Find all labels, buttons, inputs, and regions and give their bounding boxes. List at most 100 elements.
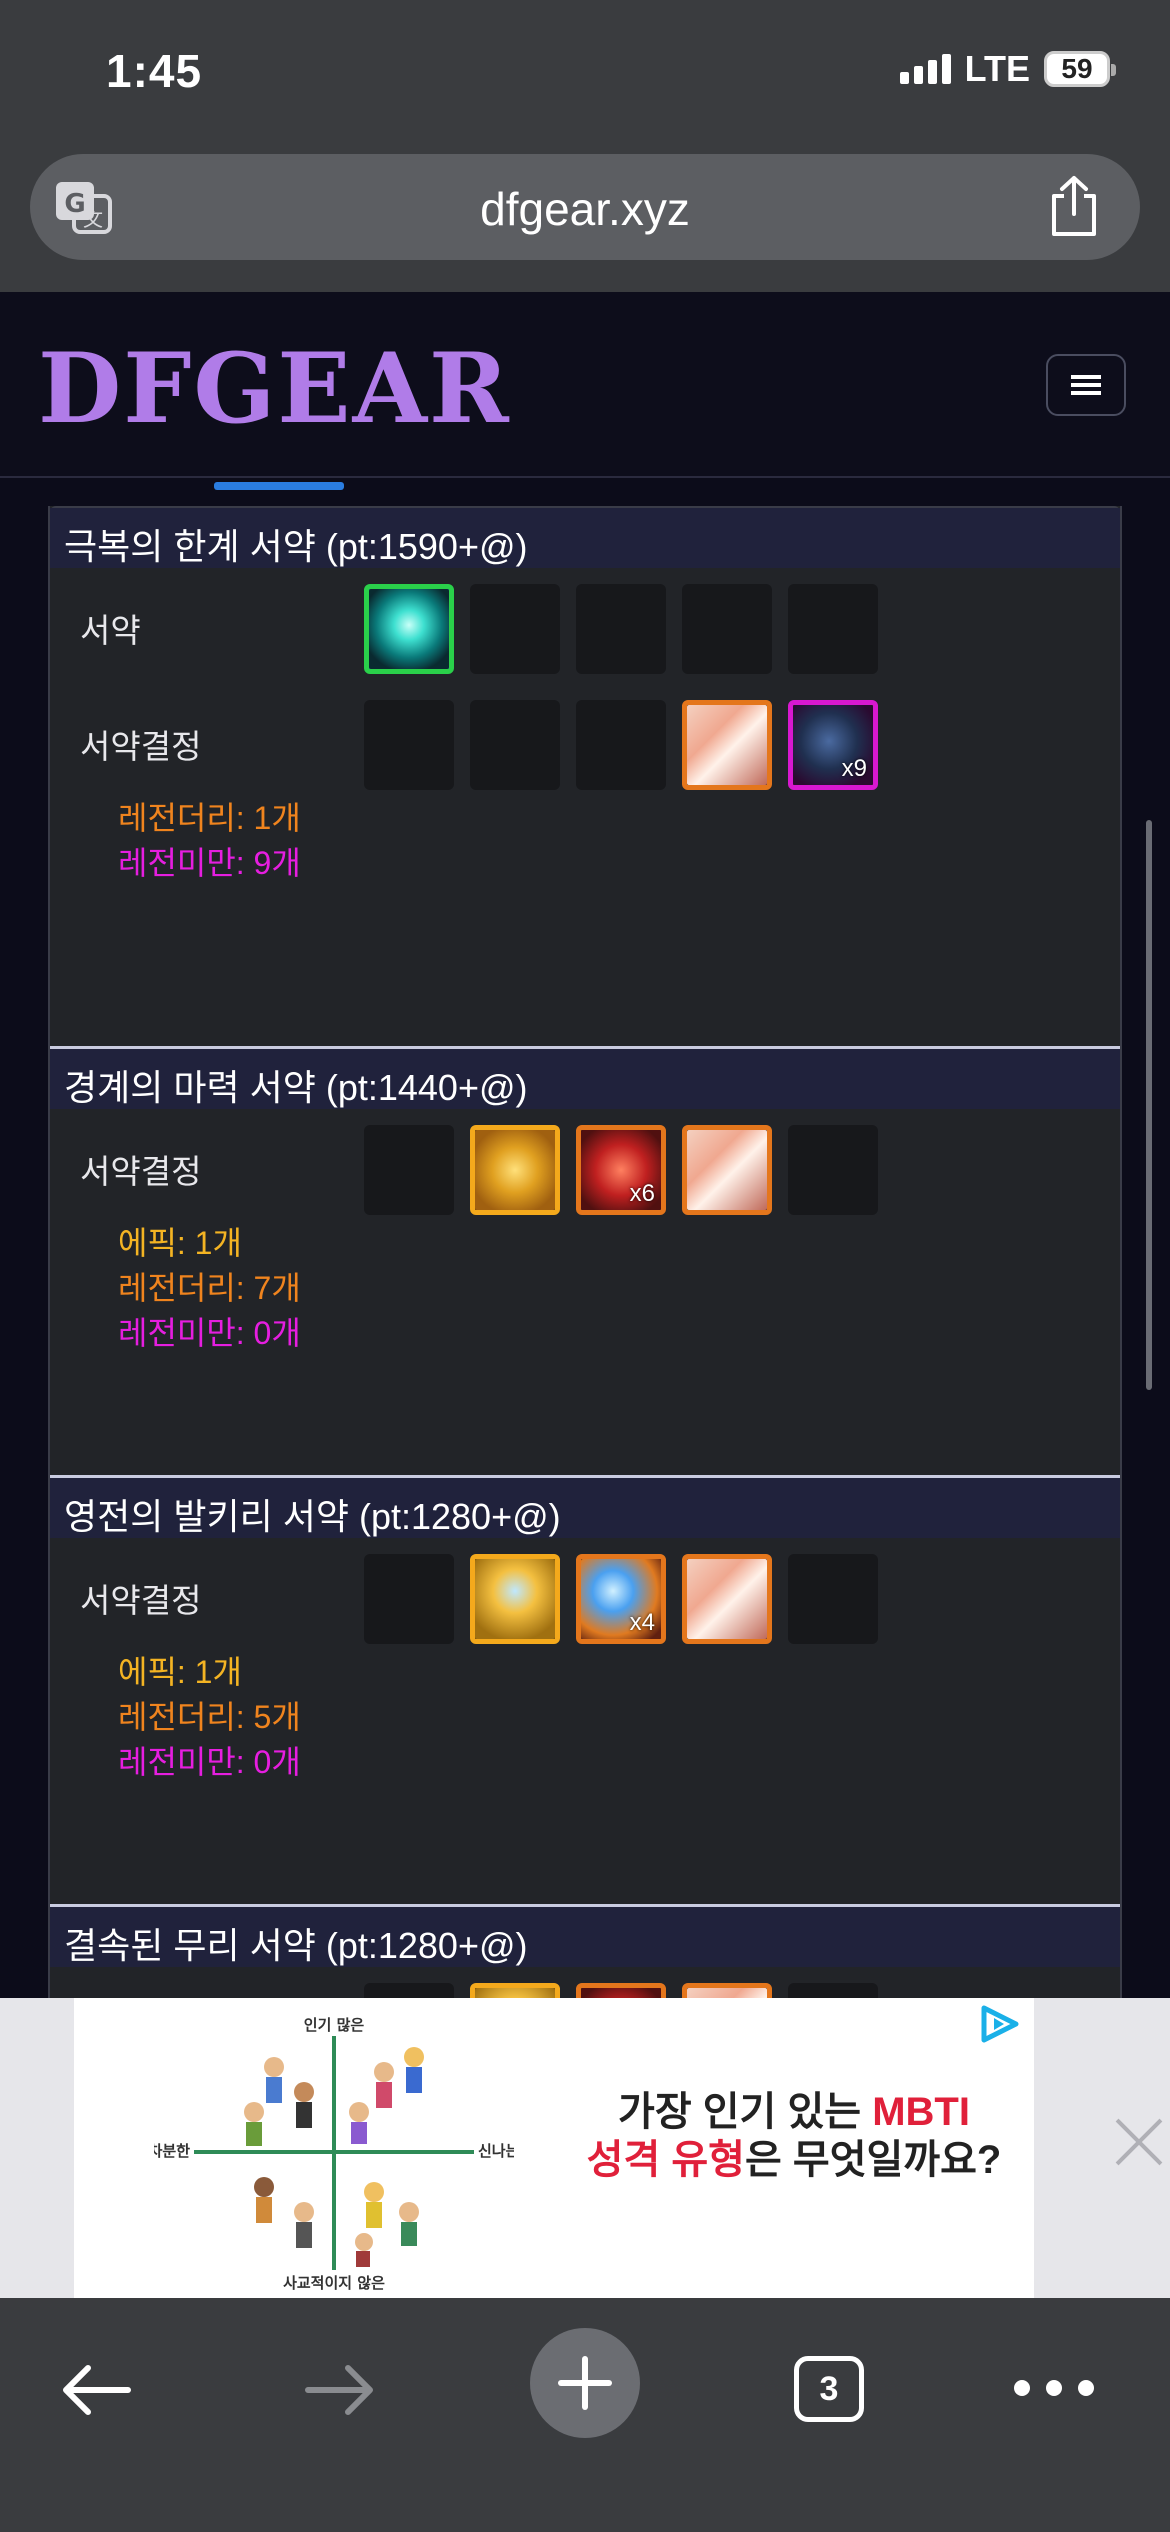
empty-slot [788, 1125, 878, 1215]
grade-count: 레전더리: 1개 [118, 800, 301, 836]
tab-switcher-button[interactable]: 3 [794, 2356, 864, 2422]
ad-chart-right-label: 신나는 [478, 2142, 514, 2160]
crystal-icon [687, 1559, 767, 1639]
slot-group [364, 1983, 878, 1998]
item-slot[interactable] [576, 1983, 666, 1998]
empty-slot [364, 1554, 454, 1644]
grade-summary: 에픽: 1개레전더리: 7개레전미만: 0개 [118, 1221, 1120, 1356]
grade-summary: 에픽: 1개레전더리: 5개레전미만: 0개 [118, 1650, 1120, 1785]
grade-count: 레전더리: 7개 [118, 1270, 301, 1306]
item-slot[interactable] [470, 1983, 560, 1998]
pledge-section-body: 서약 서약결정 x9 레전더리: 1개 레전미만: 9개 [50, 568, 1120, 1046]
ad-chart-top-label: 인기 많은 [304, 2016, 365, 2034]
item-slot[interactable] [682, 1983, 772, 1998]
grade-count: 레전미만: 0개 [118, 1744, 301, 1780]
crystal-icon [687, 1988, 767, 1998]
gold-gem-icon [475, 1988, 555, 1998]
slot-row-label: 서약결정 [80, 728, 202, 765]
network-label: LTE [964, 48, 1030, 89]
ad-chart-left-label: 차분한 [154, 2142, 190, 2160]
empty-slot [788, 1554, 878, 1644]
pledge-section: 결속된 무리 서약 (pt:1280+@) [50, 1904, 1120, 1998]
slot-row-label: 서약결정 [80, 1582, 202, 1619]
ad-headline-part: 가장 인기 있는 [618, 2090, 873, 2134]
cyan-orb-icon [369, 589, 449, 669]
slot-row [50, 1967, 1120, 1998]
ad-content[interactable]: 인기 많은 사교적이지 않은 차분한 신나는 가장 인기 있는 MBTI 성격 … [74, 1998, 1034, 2298]
active-tab-indicator [214, 482, 344, 490]
pledge-section: 영전의 발키리 서약 (pt:1280+@) 서약결정 x4 에픽: 1개레전더리: … [50, 1475, 1120, 1904]
item-slot[interactable]: x4 [576, 1554, 666, 1644]
empty-slot [364, 700, 454, 790]
grade-count: 레전미만: 9개 [118, 845, 301, 881]
site-logo[interactable]: DFGEAR [38, 332, 511, 445]
grade-count: 에픽: 1개 [118, 1654, 242, 1690]
crystal-icon [687, 1130, 767, 1210]
slot-group: x9 [364, 700, 878, 790]
battery-icon: 59 [1044, 51, 1116, 87]
item-slot[interactable]: x6 [576, 1125, 666, 1215]
empty-slot [470, 700, 560, 790]
slot-row: 서약 [50, 568, 1120, 684]
status-indicators: LTE 59 [899, 48, 1116, 90]
pledge-list: 극복의 한계 서약 (pt:1590+@) 서약 서약결정 x9 레전더리: 1개 레전미… [48, 506, 1122, 1998]
pledge-section-body [50, 1967, 1120, 1998]
forward-icon[interactable] [300, 2360, 380, 2420]
item-slot[interactable] [364, 584, 454, 674]
address-bar[interactable]: G 文 dfgear.xyz [30, 154, 1140, 260]
grade-count: 레전더리: 5개 [118, 1699, 301, 1735]
pledge-section-title: 경계의 마력 서약 (pt:1440+@) [50, 1049, 1120, 1109]
screen: 1:45 LTE 59 G 文 dfgear.xyz DFGEAR 극복의 한계… [0, 0, 1170, 2532]
item-slot[interactable]: x9 [788, 700, 878, 790]
site-header: DFGEAR [0, 292, 1170, 478]
ad-banner[interactable]: 인기 많은 사교적이지 않은 차분한 신나는 가장 인기 있는 MBTI 성격 … [0, 1998, 1170, 2298]
slot-group: x6 [364, 1125, 878, 1215]
slot-group: x4 [364, 1554, 878, 1644]
grade-count: 레전미만: 0개 [118, 1315, 301, 1351]
back-icon[interactable] [56, 2360, 136, 2420]
slot-group [364, 584, 878, 674]
empty-slot [788, 584, 878, 674]
pledge-section: 극복의 한계 서약 (pt:1590+@) 서약 서약결정 x9 레전더리: 1개 레전미… [50, 506, 1120, 1046]
item-count: x4 [629, 1609, 655, 1636]
ad-chart-bottom-label: 사교적이지 않은 [283, 2274, 385, 2292]
item-slot[interactable] [682, 1554, 772, 1644]
ad-close-icon[interactable] [1100, 2108, 1170, 2178]
browser-top-chrome: 1:45 LTE 59 G 文 dfgear.xyz [0, 0, 1170, 292]
pledge-section-body: 서약결정 x4 에픽: 1개레전더리: 5개레전미만: 0개 [50, 1538, 1120, 1904]
grade-count: 에픽: 1개 [118, 1225, 242, 1261]
pledge-section-body: 서약결정 x6 에픽: 1개레전더리: 7개레전미만: 0개 [50, 1109, 1120, 1475]
item-slot[interactable] [682, 700, 772, 790]
slot-row: 서약결정 x9 [50, 684, 1120, 800]
crystal-icon [687, 705, 767, 785]
pledge-section-title: 극복의 한계 서약 (pt:1590+@) [50, 508, 1120, 568]
menu-button[interactable] [1046, 354, 1126, 416]
empty-slot [682, 584, 772, 674]
empty-slot [364, 1125, 454, 1215]
share-icon[interactable] [1046, 174, 1102, 238]
url-text: dfgear.xyz [480, 183, 690, 235]
red-spark-icon [581, 1988, 661, 1998]
grade-summary: 레전더리: 1개레전미만: 9개 [118, 796, 1120, 886]
ad-headline: 가장 인기 있는 MBTI 성격 유형은 무엇일까요? [564, 2088, 1024, 2184]
more-icon[interactable] [1014, 2380, 1094, 2400]
adchoices-icon[interactable] [976, 2002, 1026, 2046]
ad-headline-part: 은 무엇일까요? [744, 2138, 1002, 2182]
ad-headline-highlight: MBTI [872, 2090, 970, 2134]
signal-icon [899, 54, 951, 84]
empty-slot [576, 700, 666, 790]
new-tab-button[interactable] [530, 2328, 640, 2438]
slot-row-label: 서약 [80, 612, 141, 649]
empty-slot [364, 1983, 454, 1998]
item-slot[interactable] [682, 1125, 772, 1215]
scrollbar[interactable] [1146, 820, 1152, 1390]
slot-row: 서약결정 x6 [50, 1109, 1120, 1225]
pledge-section-title: 영전의 발키리 서약 (pt:1280+@) [50, 1478, 1120, 1538]
item-slot[interactable] [470, 1125, 560, 1215]
empty-slot [788, 1983, 878, 1998]
item-slot[interactable] [470, 1554, 560, 1644]
empty-slot [576, 584, 666, 674]
gold-burst-icon [475, 1130, 555, 1210]
